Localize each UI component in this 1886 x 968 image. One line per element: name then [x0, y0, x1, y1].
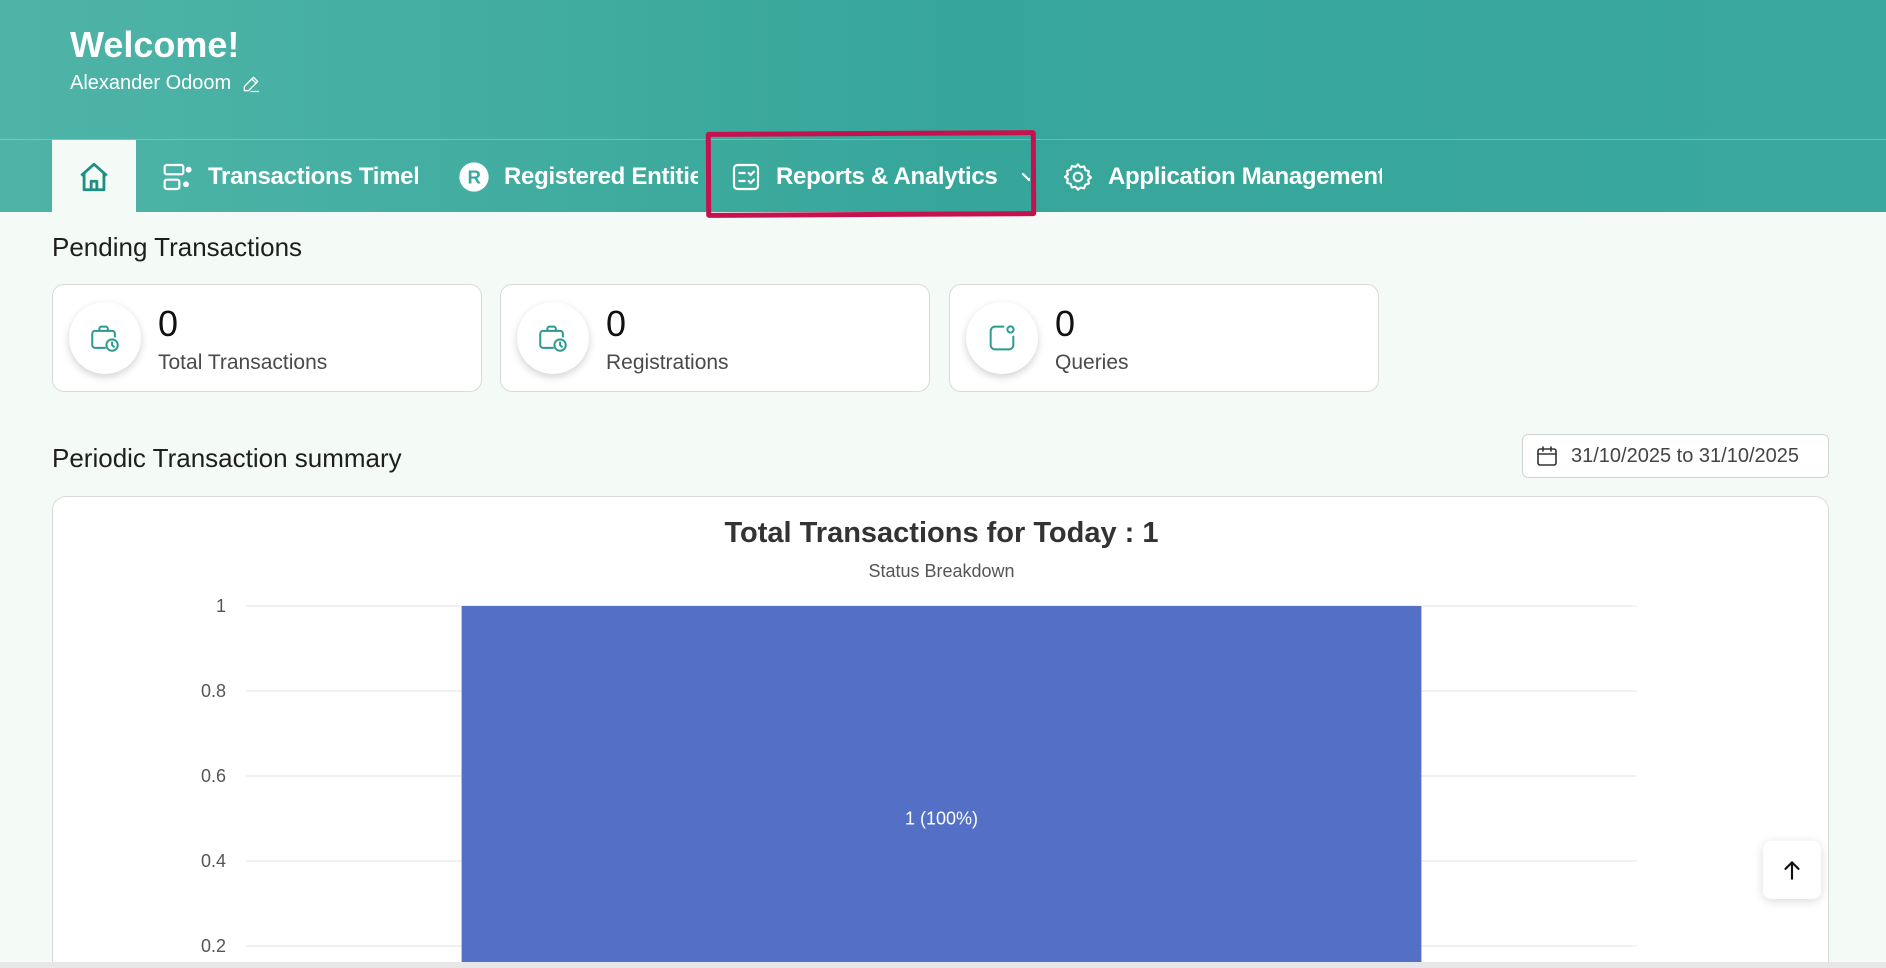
arrow-up-icon	[1784, 861, 1800, 880]
main-nav: Transactions Timeline R Registered Entit…	[0, 139, 1886, 213]
card-label: Total Transactions	[158, 351, 328, 374]
date-range-text: 31/10/2025 to 31/10/2025	[1571, 444, 1799, 467]
home-icon	[80, 162, 108, 191]
card-icon-circle	[517, 302, 589, 374]
timeline-icon	[163, 163, 192, 190]
y-tick-label: 0.4	[201, 851, 226, 871]
card-count: 0	[606, 303, 627, 344]
chevron-down-icon[interactable]	[1017, 165, 1030, 189]
briefcase-clock-icon	[91, 325, 119, 352]
pencil-icon[interactable]	[241, 74, 261, 94]
notification-square-icon	[989, 325, 1015, 351]
svg-text:R: R	[467, 166, 481, 187]
bottom-scrollbar	[0, 962, 1886, 968]
nav-reports-analytics[interactable]: Reports & Analytics	[730, 140, 1030, 213]
queries-card[interactable]: 0 Queries	[949, 284, 1379, 392]
nav-registered-entities[interactable]: R Registered Entities	[458, 140, 698, 213]
bar	[461, 606, 1422, 968]
nav-label: Registered Entities	[504, 162, 698, 190]
card-label: Queries	[1055, 351, 1129, 374]
total-transactions-card[interactable]: 0 Total Transactions	[52, 284, 482, 392]
bar-chart: 1 0.8 0.6 0.4 0.2 1 (100%)	[201, 596, 1637, 968]
user-name: Alexander Odoom	[70, 72, 232, 94]
date-range-picker[interactable]: 31/10/2025 to 31/10/2025	[1522, 434, 1829, 478]
gear-icon	[1063, 162, 1093, 191]
card-count: 0	[1055, 303, 1076, 344]
y-tick-label: 0.8	[201, 681, 226, 701]
user-name-row: Alexander Odoom	[70, 72, 261, 95]
y-tick-label: 0.6	[201, 766, 226, 786]
registrations-card[interactable]: 0 Registrations	[500, 284, 930, 392]
bar-data-label: 1 (100%)	[905, 809, 978, 829]
header-banner: Welcome! Alexander Odoom Transactions Ti…	[0, 0, 1886, 213]
scroll-to-top-button[interactable]	[1763, 841, 1821, 899]
report-checklist-icon	[732, 163, 760, 190]
chart-card: Total Transactions for Today : 1 Status …	[52, 496, 1829, 968]
card-label: Registrations	[606, 351, 729, 374]
nav-label: Transactions Timeline	[208, 162, 418, 190]
nav-label: Reports & Analytics	[776, 162, 998, 190]
nav-home[interactable]	[52, 140, 136, 213]
y-tick-label: 0.2	[201, 936, 226, 956]
nav-transactions-timeline[interactable]: Transactions Timeline	[162, 140, 418, 213]
pending-transactions-title: Pending Transactions	[52, 232, 303, 262]
nav-label: Application Management	[1108, 162, 1382, 190]
card-count: 0	[158, 303, 179, 344]
welcome-title: Welcome!	[70, 24, 240, 65]
nav-application-management[interactable]: Application Management	[1062, 140, 1382, 213]
y-tick-label: 1	[216, 596, 226, 616]
calendar-icon	[1537, 446, 1557, 466]
registered-r-icon: R	[459, 161, 489, 192]
card-icon-circle	[966, 302, 1038, 374]
periodic-summary-title: Periodic Transaction summary	[52, 443, 402, 473]
briefcase-clock-icon	[539, 325, 567, 352]
card-icon-circle	[69, 302, 141, 374]
